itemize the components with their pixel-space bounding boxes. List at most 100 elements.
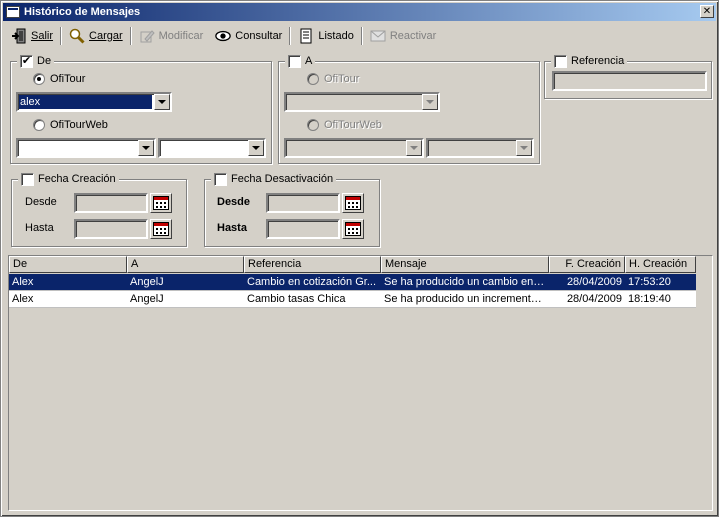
magnifier-icon [69, 28, 85, 44]
table-cell: Alex [9, 274, 127, 291]
table-cell: Se ha producido un incremento... [381, 291, 549, 308]
de-radio-ofitour-button[interactable] [33, 73, 45, 85]
fecha-desactivacion-legend: Fecha Desactivación [211, 172, 337, 186]
toolbar-separator [129, 26, 132, 45]
de-legend: ✔ De [17, 54, 55, 68]
table-cell: Cambio en cotización Gr... [244, 274, 381, 291]
cargar-button[interactable]: Cargar [63, 25, 129, 47]
a-label: A [305, 55, 313, 67]
modificar-button[interactable]: Modificar [133, 25, 210, 47]
title-bar: Histórico de Mensajes ✕ [3, 3, 716, 21]
a-radio-ofitourweb[interactable]: OfiTourWeb [307, 119, 382, 131]
referencia-input[interactable] [552, 71, 707, 91]
fecha-creacion-desde-input[interactable] [74, 193, 148, 213]
listado-button[interactable]: Listado [292, 25, 359, 47]
chevron-down-icon[interactable] [248, 140, 264, 156]
fecha-creacion-checkbox[interactable] [21, 172, 34, 186]
fecha-desactivacion-checkbox[interactable] [214, 172, 227, 186]
chevron-down-icon[interactable] [406, 140, 422, 156]
calendar-icon [153, 196, 169, 210]
fecha-desactivacion-desde-input[interactable] [266, 193, 340, 213]
de-web-combo-1[interactable] [16, 138, 156, 158]
chevron-down-icon[interactable] [154, 94, 170, 110]
grid-header: De A Referencia Mensaje F. Creación H. C… [9, 256, 696, 273]
fecha-desactivacion-desde-label: Desde [217, 196, 251, 208]
a-web-combo-1-value [287, 141, 404, 155]
de-checkbox[interactable]: ✔ [20, 54, 33, 68]
edit-icon [139, 28, 155, 44]
table-cell: AngelJ [127, 291, 244, 308]
grid-header-cell[interactable]: F. Creación [549, 256, 625, 273]
toolbar-separator [360, 26, 363, 45]
de-user-value: alex [19, 95, 152, 109]
chevron-down-icon[interactable] [422, 94, 438, 110]
a-radio-ofitour-button[interactable] [307, 73, 319, 85]
a-radio-ofitourweb-button[interactable] [307, 119, 319, 131]
table-cell: 17:53:20 [625, 274, 696, 291]
table-cell: Alex [9, 291, 127, 308]
a-legend: A [285, 54, 316, 68]
de-radio-ofitourweb-button[interactable] [33, 119, 45, 131]
close-button[interactable]: ✕ [700, 5, 714, 18]
fecha-creacion-label: Fecha Creación [38, 173, 116, 185]
a-web-combo-2[interactable] [426, 138, 534, 158]
grid-header-cell[interactable]: A [127, 256, 244, 273]
referencia-checkbox[interactable] [554, 54, 567, 68]
historico-mensajes-window: Histórico de Mensajes ✕ Salir Cargar Mod… [0, 0, 719, 517]
chevron-down-icon[interactable] [516, 140, 532, 156]
modificar-label: Modificar [158, 29, 204, 42]
de-web-combo-2[interactable] [158, 138, 266, 158]
a-radio-ofitour-label: OfiTour [324, 73, 360, 85]
window-icon [6, 6, 20, 18]
fecha-desactivacion-desde-calendar-button[interactable] [342, 193, 364, 213]
de-label: De [37, 55, 52, 67]
reactivar-label: Reactivar [389, 29, 437, 42]
eye-icon [215, 28, 232, 44]
window-title: Histórico de Mensajes [24, 6, 141, 18]
grid-header-cell[interactable]: Referencia [244, 256, 381, 273]
toolbar-separator [60, 26, 63, 45]
de-radio-ofitourweb[interactable]: OfiTourWeb [33, 119, 108, 131]
de-user-combo[interactable]: alex [16, 92, 172, 112]
table-row[interactable]: Alex AngelJ Cambio tasas Chica Se ha pro… [9, 291, 696, 308]
calendar-icon [153, 222, 169, 236]
fecha-desactivacion-hasta-label: Hasta [217, 222, 247, 234]
a-user-combo[interactable] [284, 92, 440, 112]
table-row[interactable]: Alex AngelJ Cambio en cotización Gr... S… [9, 274, 696, 291]
table-cell: 28/04/2009 [549, 291, 625, 308]
table-cell: Cambio tasas Chica [244, 291, 381, 308]
fecha-creacion-hasta-calendar-button[interactable] [150, 219, 172, 239]
fecha-desactivacion-hasta-input[interactable] [266, 219, 340, 239]
salir-button[interactable]: Salir [5, 25, 59, 47]
exit-icon [11, 28, 27, 44]
grid-header-cell[interactable]: H. Creación [625, 256, 696, 273]
fecha-creacion-desde-calendar-button[interactable] [150, 193, 172, 213]
de-web-combo-1-value [19, 141, 136, 155]
referencia-legend: Referencia [551, 54, 628, 68]
envelope-icon [370, 28, 386, 44]
de-radio-ofitour[interactable]: OfiTour [33, 73, 85, 85]
a-user-value [287, 95, 420, 109]
grid-header-cell[interactable]: De [9, 256, 127, 273]
grid-header-cell[interactable]: Mensaje [381, 256, 549, 273]
a-web-combo-1[interactable] [284, 138, 424, 158]
table-cell: 18:19:40 [625, 291, 696, 308]
table-cell: 28/04/2009 [549, 274, 625, 291]
de-radio-ofitourweb-label: OfiTourWeb [50, 119, 108, 131]
a-radio-ofitour[interactable]: OfiTour [307, 73, 359, 85]
listado-label: Listado [318, 29, 354, 42]
consultar-label: Consultar [235, 29, 283, 42]
fecha-creacion-hasta-input[interactable] [74, 219, 148, 239]
reactivar-button[interactable]: Reactivar [364, 25, 442, 47]
calendar-icon [345, 222, 361, 236]
table-cell: AngelJ [127, 274, 244, 291]
calendar-icon [345, 196, 361, 210]
a-checkbox[interactable] [288, 54, 301, 68]
toolbar-separator [289, 26, 292, 45]
salir-label: Salir [31, 29, 54, 42]
fecha-desactivacion-hasta-calendar-button[interactable] [342, 219, 364, 239]
consultar-button[interactable]: Consultar [209, 25, 288, 47]
chevron-down-icon[interactable] [138, 140, 154, 156]
fecha-creacion-hasta-label: Hasta [25, 222, 54, 234]
toolbar: Salir Cargar Modificar Consultar Listado… [5, 24, 442, 47]
